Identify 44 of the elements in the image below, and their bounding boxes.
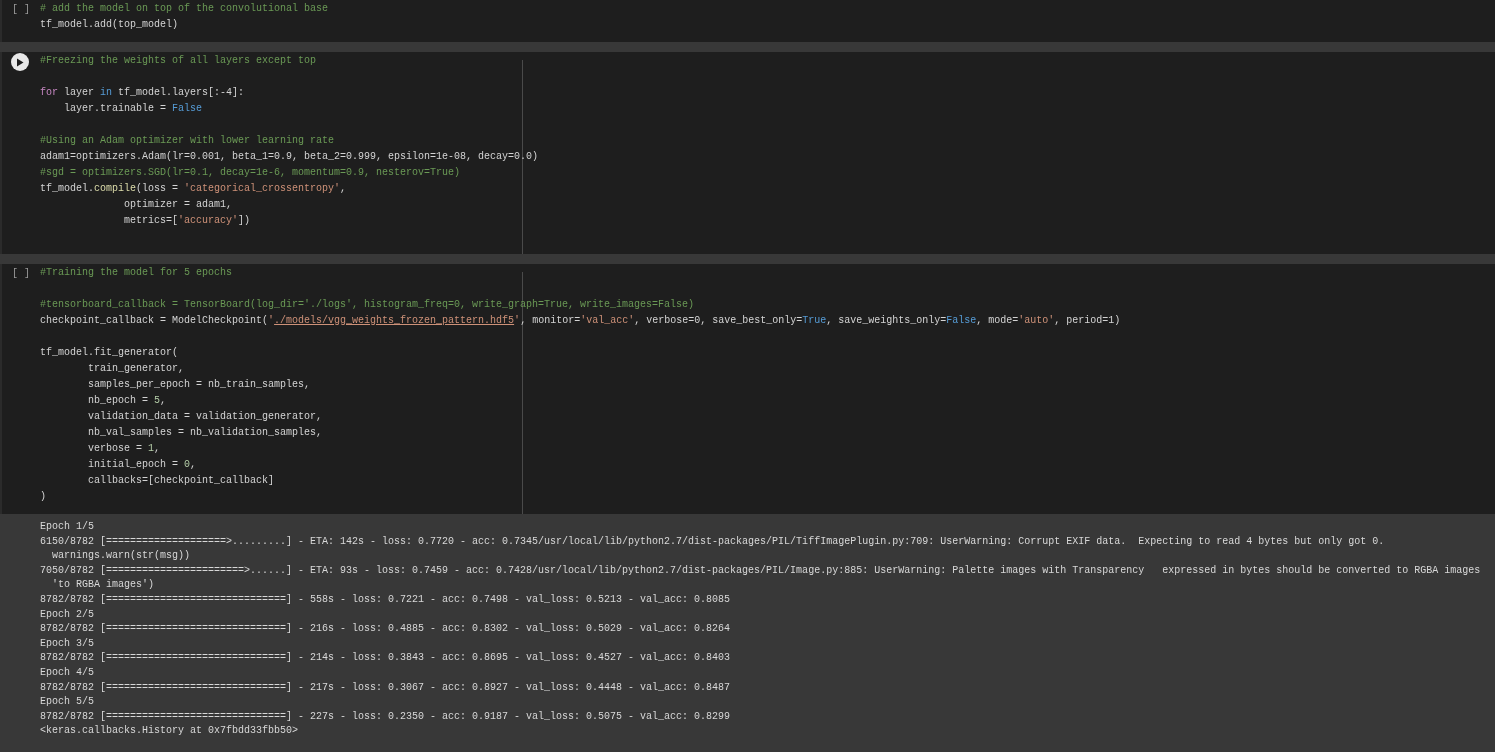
output-line: 6150/8782 [====================>.........] - ETA: 142s - loss: 0.7720 - acc: 0.7345/usr/local/lib/python2.7/dist-packages/PIL/TiffImagePlugin.py:709: UserWarning: Corrupt EXIF data. Expecting to read 4 bytes but only got 0. — [40, 534, 1386, 549]
output-line: Epoch 3/5 — [40, 636, 95, 651]
output-line: Epoch 4/5 — [40, 665, 95, 680]
code-line: tf_model.compile(loss = 'categorical_crossentropy', — [40, 182, 348, 196]
code-line: layer.trainable = False — [63, 102, 204, 116]
output-line: Epoch 5/5 — [40, 695, 95, 710]
code-line: optimizer = adam1, — [123, 198, 234, 212]
code-line: nb_val_samples = nb_validation_samples, — [87, 426, 324, 440]
code-line: #Freezing the weights of all layers except top — [40, 54, 318, 68]
output-line: Epoch 1/5 — [40, 520, 95, 534]
run-cell-button[interactable]: [ ] — [12, 2, 30, 18]
run-cell-button[interactable] — [11, 53, 29, 71]
output-line: 8782/8782 [==============================] - 214s - loss: 0.3843 - acc: 0.8695 - val_loss: 0.4527 - val_acc: 0.8403 — [40, 651, 732, 666]
code-line: for layer in tf_model.layers[:-4]: — [40, 86, 246, 100]
code-line: tf_model.add(top_model) — [40, 18, 180, 32]
output-line: 8782/8782 [==============================] - 216s - loss: 0.4885 - acc: 0.8302 - val_loss: 0.5029 - val_acc: 0.8264 — [40, 622, 732, 637]
code-line: checkpoint_callback = ModelCheckpoint('./models/vgg_weights_frozen_pattern.hdf5', monitor='val_acc', verbose=0, save_best_only=True, save_weights_only=False, mode='auto', period=1) — [40, 314, 1121, 328]
code-line: verbose = 1, — [87, 442, 162, 456]
code-line: nb_epoch = 5, — [87, 394, 168, 408]
code-line: ) — [40, 490, 47, 504]
code-line: # add the model on top of the convolutional base — [40, 2, 329, 16]
code-line: samples_per_epoch = nb_train_samples, — [87, 378, 312, 392]
run-cell-button[interactable]: [ ] — [12, 266, 30, 282]
output-line: 8782/8782 [==============================] - 227s - loss: 0.2350 - acc: 0.9187 - val_loss: 0.5075 - val_acc: 0.8299 — [40, 709, 732, 724]
output-line: warnings.warn(str(msg)) — [51, 549, 192, 564]
output-line: <keras.callbacks.History at 0x7fbdd33fbb50> — [40, 724, 300, 739]
file-path-link[interactable]: ./models/vgg_weights_frozen_pattern.hdf5 — [274, 315, 515, 326]
output-line: 'to RGBA images') — [51, 578, 156, 593]
code-line: initial_epoch = 0, — [87, 458, 198, 472]
code-line: #tensorboard_callback = TensorBoard(log_dir='./logs', histogram_freq=0, write_graph=True, write_images=False) — [40, 298, 696, 312]
play-icon — [16, 57, 24, 67]
output-line: 7050/8782 [=======================>......] - ETA: 93s - loss: 0.7459 - acc: 0.7428/usr/local/lib/python2.7/dist-packages/PIL/Image.py:885: UserWarning: Palette images with Transparency expressed in bytes should be converted to RGBA images — [40, 563, 1482, 578]
code-line: callbacks=[checkpoint_callback] — [87, 474, 276, 488]
code-line: tf_model.fit_generator( — [40, 346, 180, 360]
code-line: #sgd = optimizers.SGD(lr=0.1, decay=1e-6, momentum=0.9, nesterov=True) — [40, 166, 462, 180]
output-line: 8782/8782 [==============================] - 217s - loss: 0.3067 - acc: 0.8927 - val_loss: 0.4448 - val_acc: 0.8487 — [40, 680, 732, 695]
code-line: validation_data = validation_generator, — [87, 410, 324, 424]
code-line: metrics=['accuracy']) — [123, 214, 252, 228]
output-line: Epoch 2/5 — [40, 607, 95, 622]
code-line: train_generator, — [87, 362, 186, 376]
code-line: #Using an Adam optimizer with lower learning rate — [40, 134, 336, 148]
output-line: 8782/8782 [==============================] - 558s - loss: 0.7221 - acc: 0.7498 - val_loss: 0.5213 - val_acc: 0.8085 — [40, 592, 732, 607]
code-line: adam1=optimizers.Adam(lr=0.001, beta_1=0.9, beta_2=0.999, epsilon=1e-08, decay=0.0) — [40, 150, 539, 164]
code-line: #Training the model for 5 epochs — [40, 266, 234, 280]
